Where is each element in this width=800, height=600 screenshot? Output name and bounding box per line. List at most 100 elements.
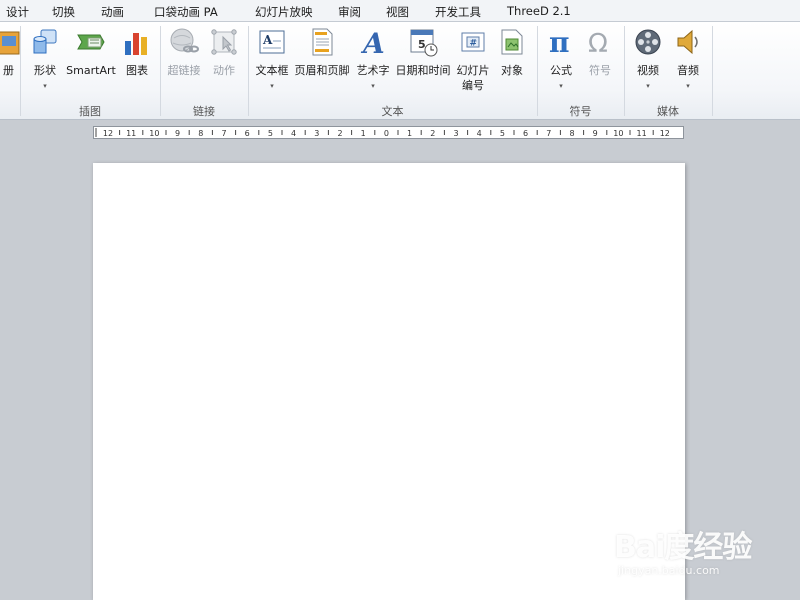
- datetime-label: 日期和时间: [395, 64, 451, 77]
- watermark: Bai度经验 jingyan.baidu.com: [610, 514, 790, 584]
- chevron-down-icon: ▾: [559, 82, 563, 90]
- datetime-button[interactable]: 5 日期和时间: [394, 22, 452, 100]
- svg-text:A: A: [262, 33, 273, 47]
- ruler-tick-label: 10: [149, 129, 159, 138]
- film-reel-icon: [635, 29, 661, 55]
- slide-number-button[interactable]: # 幻灯片编号: [454, 22, 492, 100]
- slide-number-label-line2: 编号: [462, 79, 484, 92]
- ruler-tick-label: 12: [660, 129, 670, 138]
- slide-canvas[interactable]: [93, 163, 685, 600]
- wordart-button[interactable]: A 艺术字 ▾: [354, 22, 392, 100]
- audio-button[interactable]: 音频 ▾: [669, 22, 707, 100]
- textbox-button[interactable]: A 文本框 ▾: [252, 22, 292, 100]
- ruler-tick-label: 0: [384, 129, 389, 138]
- omega-icon: Ω: [588, 29, 608, 57]
- ruler-tick-label: 9: [175, 129, 180, 138]
- ruler-tick-label: 10: [613, 129, 623, 138]
- horizontal-ruler[interactable]: 12 11 10 9 8 7 6 5 4 3 2 1 0 1 2 3 4 5 6 7 8 9 10 11 12: [93, 126, 684, 139]
- ruler-tick-label: 4: [291, 129, 296, 138]
- calendar-clock-icon: 5: [410, 29, 438, 57]
- object-icon: [501, 29, 523, 55]
- ruler-tick-label: 1: [361, 129, 366, 138]
- chart-button[interactable]: 图表: [119, 22, 155, 100]
- tab-design[interactable]: 设计: [6, 4, 29, 20]
- tab-animations[interactable]: 动画: [101, 4, 124, 20]
- slide-number-label: 幻灯片 编号: [454, 63, 492, 93]
- slide-number-icon: #: [461, 32, 485, 52]
- ruler-tick-label: 6: [245, 129, 250, 138]
- photo-album-label: 册: [3, 64, 14, 77]
- ruler-tick-label: 12: [103, 129, 113, 138]
- video-label: 视频: [637, 64, 659, 77]
- ruler-scale: 12 11 10 9 8 7 6 5 4 3 2 1 0 1 2 3 4 5 6 7 8 9 10 11 12: [95, 128, 670, 138]
- ruler-tick-label: 6: [523, 129, 528, 138]
- hyperlink-button[interactable]: 超链接: [165, 22, 203, 100]
- video-button[interactable]: 视频 ▾: [629, 22, 667, 100]
- ruler-tick-label: 7: [221, 129, 226, 138]
- tab-threed[interactable]: ThreeD 2.1: [507, 4, 571, 18]
- action-button[interactable]: 动作: [207, 22, 241, 100]
- pi-icon: π: [549, 27, 570, 57]
- speaker-icon: [677, 29, 698, 55]
- svg-text:A: A: [360, 27, 385, 57]
- tab-pocket-animation[interactable]: 口袋动画 PA: [154, 4, 218, 20]
- tab-slideshow[interactable]: 幻灯片放映: [255, 4, 313, 20]
- action-label: 动作: [213, 64, 235, 77]
- ribbon-tab-strip: 设计 切换 动画 口袋动画 PA 幻灯片放映 审阅 视图 开发工具 ThreeD…: [0, 0, 800, 22]
- photo-album-button[interactable]: 册: [0, 22, 20, 100]
- ruler-tick-label: 9: [593, 129, 598, 138]
- tab-view[interactable]: 视图: [386, 4, 409, 20]
- textbox-icon: A: [259, 30, 285, 54]
- tab-review[interactable]: 审阅: [338, 4, 361, 20]
- ruler-tick-label: 5: [268, 129, 273, 138]
- smartart-label: SmartArt: [66, 64, 116, 77]
- ruler-tick-label: 8: [569, 129, 574, 138]
- watermark-url: jingyan.baidu.com: [618, 564, 720, 577]
- ruler-tick-label: 5: [500, 129, 505, 138]
- watermark-logo: Bai度经验: [614, 530, 752, 565]
- group-label-symbols: 符号: [569, 105, 592, 118]
- symbol-label: 符号: [589, 64, 611, 77]
- chevron-down-icon: ▾: [270, 82, 274, 90]
- ribbon-panel: 册 形状 ▾ SmartArt 图表 插图 超链接 动作 链接 A 文本框 ▾ …: [0, 22, 800, 120]
- smartart-button[interactable]: SmartArt: [64, 22, 118, 100]
- hyperlink-globe-icon: [170, 28, 199, 53]
- ruler-tick-label: 1: [407, 129, 412, 138]
- group-label-media: 媒体: [657, 105, 679, 118]
- action-icon: [211, 29, 237, 55]
- shapes-button[interactable]: 形状 ▾: [27, 22, 63, 100]
- ruler-tick-label: 11: [126, 129, 136, 138]
- group-label-links: 链接: [193, 105, 215, 118]
- equation-button[interactable]: π 公式 ▾: [542, 22, 580, 100]
- shapes-icon: [33, 29, 57, 54]
- chevron-down-icon: ▾: [686, 82, 690, 90]
- wordart-label: 艺术字: [356, 64, 390, 77]
- object-button[interactable]: 对象: [494, 22, 530, 100]
- symbol-button[interactable]: Ω 符号: [582, 22, 618, 100]
- slide-number-label-line1: 幻灯片: [456, 64, 490, 77]
- header-footer-button[interactable]: 页眉和页脚: [293, 22, 351, 100]
- tab-transitions[interactable]: 切换: [52, 4, 75, 20]
- svg-text:#: #: [470, 39, 478, 49]
- ruler-tick-label: 2: [337, 129, 342, 138]
- header-footer-icon: [312, 28, 333, 56]
- svg-text:π: π: [549, 27, 570, 57]
- ruler-tick-label: 3: [314, 129, 319, 138]
- chart-label: 图表: [126, 64, 148, 77]
- tab-developer[interactable]: 开发工具: [435, 4, 481, 20]
- ruler-tick-label: 11: [637, 129, 647, 138]
- ruler-tick-label: 4: [477, 129, 482, 138]
- chevron-down-icon: ▾: [371, 82, 375, 90]
- smartart-icon: [77, 34, 105, 50]
- header-footer-label: 页眉和页脚: [294, 64, 350, 77]
- group-divider: [712, 26, 713, 116]
- chevron-down-icon: ▾: [646, 82, 650, 90]
- object-label: 对象: [501, 64, 523, 77]
- hyperlink-label: 超链接: [167, 64, 201, 77]
- audio-label: 音频: [677, 64, 699, 77]
- group-label-text: 文本: [381, 105, 404, 118]
- ruler-tick-label: 8: [198, 129, 203, 138]
- textbox-label: 文本框: [255, 64, 289, 77]
- chevron-down-icon: ▾: [43, 82, 47, 90]
- ruler-tick-label: 2: [430, 129, 435, 138]
